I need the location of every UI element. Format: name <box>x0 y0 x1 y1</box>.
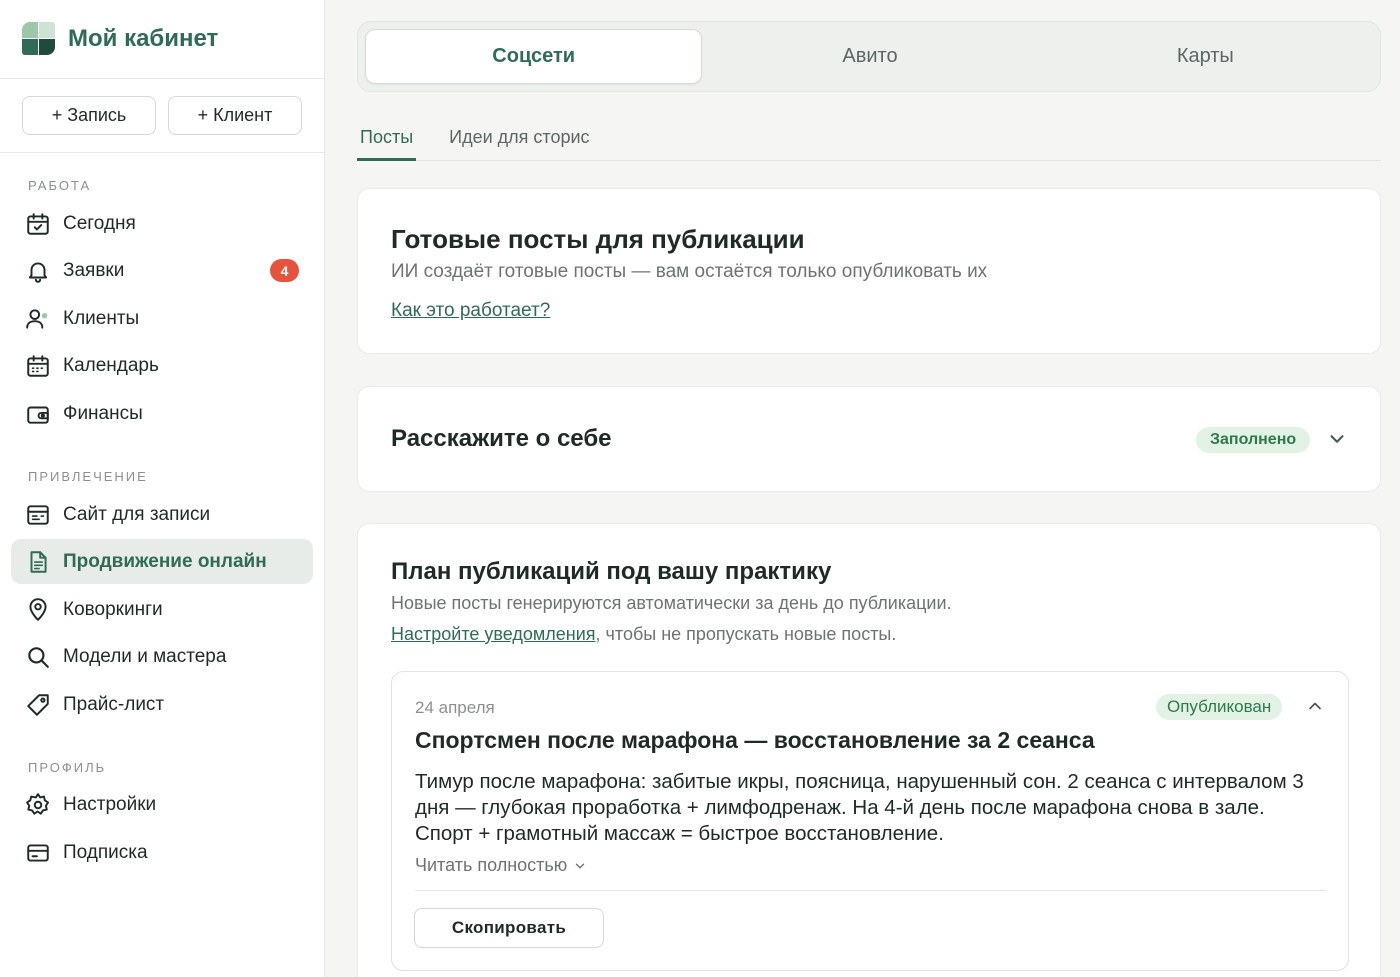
sidebar-item-models[interactable]: Модели и мастера <box>11 634 313 679</box>
notify-settings-link[interactable]: Настройте уведомления <box>391 624 596 644</box>
sidebar: Мой кабинет + Запись + Клиент РАБОТА Сег… <box>0 0 325 977</box>
sidebar-item-today[interactable]: Сегодня <box>11 201 313 246</box>
sidebar-item-label: Модели и мастера <box>63 645 227 667</box>
users-icon <box>26 308 48 329</box>
channel-tabs: Соцсети Авито Карты <box>357 21 1381 92</box>
quick-actions: + Запись + Клиент <box>0 79 324 153</box>
plan-subtitle: Новые посты генерируются автоматически з… <box>391 593 952 613</box>
post-divider <box>415 890 1326 891</box>
status-badge: Заполнено <box>1196 427 1311 453</box>
about-title: Расскажите о себе <box>391 425 612 452</box>
how-it-works-link[interactable]: Как это работает? <box>391 300 550 322</box>
brand-title: Мой кабинет <box>68 25 219 52</box>
sidebar-item-coworkings[interactable]: Коворкинги <box>11 587 313 632</box>
sidebar-item-clients[interactable]: Клиенты <box>11 296 313 341</box>
sidebar-item-label: Прайс-лист <box>63 693 165 715</box>
plan-title: План публикаций под вашу практику <box>391 558 832 585</box>
post-date: 24 апреля <box>415 698 495 717</box>
tab-avito[interactable]: Авито <box>702 29 1037 84</box>
sidebar-item-label: Продвижение онлайн <box>63 550 267 572</box>
sidebar-item-label: Настройки <box>63 793 157 815</box>
content-subtabs: Посты Идеи для сторис <box>357 122 1381 161</box>
section-label-profile: ПРОФИЛЬ <box>28 760 107 775</box>
tab-maps[interactable]: Карты <box>1038 29 1373 84</box>
sidebar-item-label: Сегодня <box>63 212 136 234</box>
plan-notify-line: Настройте уведомления, чтобы не пропуска… <box>391 624 896 645</box>
sidebar-item-label: Заявки <box>63 259 125 281</box>
subtab-story-ideas[interactable]: Идеи для сторис <box>446 122 592 161</box>
sidebar-item-finances[interactable]: Финансы <box>11 391 313 436</box>
post-body: Тимур после марафона: забитые икры, пояс… <box>415 770 1304 845</box>
subtab-posts[interactable]: Посты <box>357 122 417 161</box>
ready-posts-subtitle: ИИ создаёт готовые посты — вам остаётся … <box>391 261 988 282</box>
tab-social[interactable]: Соцсети <box>365 29 703 84</box>
ready-posts-card: Готовые посты для публикации ИИ создаёт … <box>357 188 1381 354</box>
sidebar-item-booking-site[interactable]: Сайт для записи <box>11 492 313 537</box>
sidebar-item-price-list[interactable]: Прайс-лист <box>11 682 313 727</box>
chevron-down-icon[interactable] <box>1326 428 1348 450</box>
sidebar-item-calendar[interactable]: Календарь <box>11 343 313 388</box>
calendar-icon <box>27 354 49 377</box>
add-record-button[interactable]: + Запись <box>22 96 156 135</box>
gear-icon <box>26 792 50 815</box>
wallet-icon <box>27 406 49 424</box>
sidebar-item-settings[interactable]: Настройки <box>11 782 313 827</box>
sidebar-item-label: Финансы <box>63 402 143 424</box>
document-icon <box>30 550 47 573</box>
read-more-label: Читать полностью <box>415 855 568 875</box>
logo-icon <box>22 22 56 56</box>
section-label-attraction: ПРИВЛЕЧЕНИЕ <box>28 469 148 484</box>
brand[interactable]: Мой кабинет <box>0 0 324 79</box>
bell-icon <box>28 261 48 283</box>
map-pin-icon <box>29 597 47 621</box>
search-icon <box>28 646 49 668</box>
sidebar-item-subscription[interactable]: Подписка <box>11 830 313 875</box>
post-title: Спортсмен после марафона — восстановлени… <box>415 727 1095 753</box>
notify-rest-text: , чтобы не пропускать новые посты. <box>595 624 897 644</box>
about-card[interactable]: Расскажите о себе Заполнено <box>357 386 1381 492</box>
post-card: 24 апреля Опубликован Спортсмен после ма… <box>391 671 1349 971</box>
copy-button[interactable]: Скопировать <box>414 908 604 948</box>
tag-icon <box>27 693 49 716</box>
calendar-check-icon <box>27 212 49 235</box>
sidebar-item-label: Календарь <box>63 354 159 376</box>
browser-icon <box>27 504 49 525</box>
read-more-toggle[interactable]: Читать полностью <box>415 855 587 876</box>
sidebar-item-label: Сайт для записи <box>63 503 211 525</box>
chevron-up-icon[interactable] <box>1305 696 1325 716</box>
post-status-badge: Опубликован <box>1156 694 1283 720</box>
section-label-work: РАБОТА <box>28 178 92 193</box>
sidebar-item-label: Подписка <box>63 841 148 863</box>
sidebar-item-label: Коворкинги <box>63 598 163 620</box>
publication-plan-card: План публикаций под вашу практику Новые … <box>357 523 1381 977</box>
credit-card-icon <box>27 843 49 862</box>
add-client-button[interactable]: + Клиент <box>168 96 302 135</box>
ready-posts-title: Готовые посты для публикации <box>391 224 805 254</box>
requests-count-badge: 4 <box>270 259 299 282</box>
sidebar-item-label: Клиенты <box>63 307 140 329</box>
sidebar-item-requests[interactable]: Заявки 4 <box>11 248 313 293</box>
chevron-down-icon <box>576 863 585 868</box>
sidebar-item-online-promotion[interactable]: Продвижение онлайн <box>11 539 313 584</box>
